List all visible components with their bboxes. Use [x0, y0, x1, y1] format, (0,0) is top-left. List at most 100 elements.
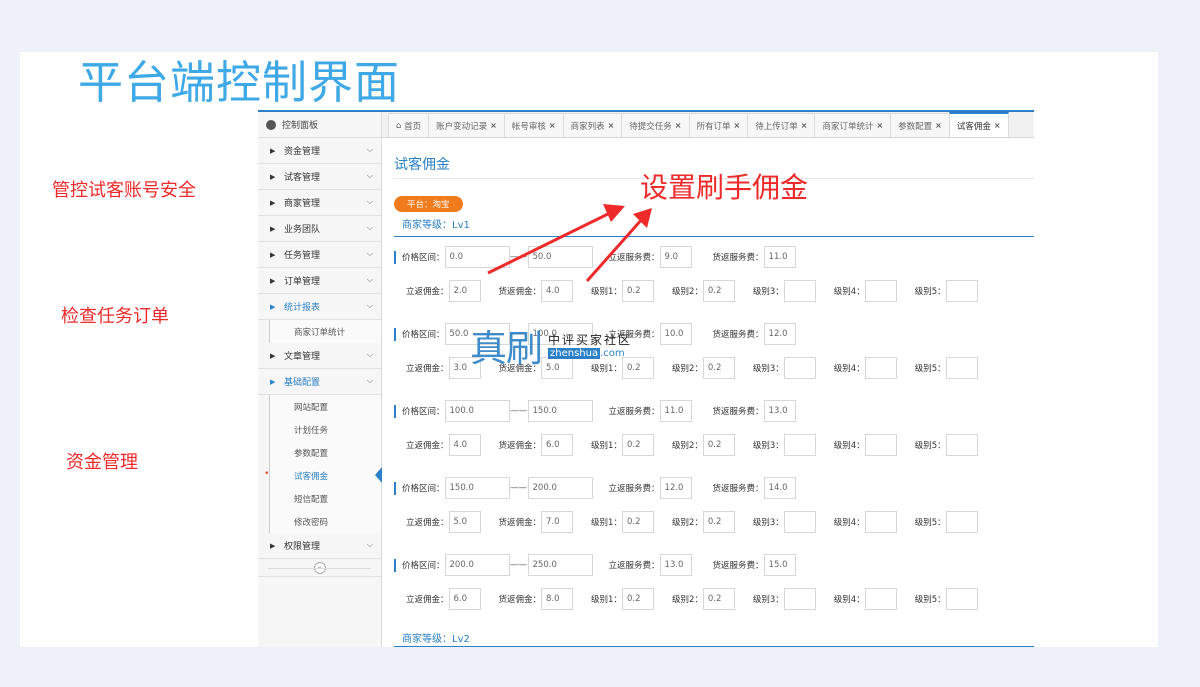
sidebar-header[interactable]: 控制面板 [258, 112, 381, 138]
level3-input[interactable] [783, 280, 816, 302]
sidebar-subitem-param-config[interactable]: 参数配置 [269, 441, 381, 464]
platform-badge[interactable]: 平台：淘宝 [394, 196, 463, 212]
tab-all-orders[interactable]: 所有订单 × [688, 113, 749, 137]
level4-input[interactable] [864, 280, 897, 302]
instant-return-fee-input[interactable]: 13.0 [659, 554, 692, 576]
instant-return-commission-input[interactable]: 3.0 [448, 357, 481, 379]
level3-label: 级别3： [752, 287, 784, 297]
instant-return-fee-input[interactable]: 12.0 [659, 477, 692, 499]
tab-account-review[interactable]: 帐号审核 × [503, 113, 564, 137]
content: 试客佣金 平台：淘宝 商家等级：Lv1 价格区间： 0.0 —— 50.0 立返服务费：… [382, 154, 1034, 622]
sidebar-item-funds[interactable]: ▶ 资金管理 ⌵ [258, 138, 381, 164]
sidebar-item-testers[interactable]: ▶ 试客管理 ⌵ [258, 164, 381, 190]
level1-input[interactable]: 0.2 [621, 588, 654, 610]
sidebar-item-reports[interactable]: ▶ 统计报表 ⌵ [258, 294, 381, 320]
goods-return-commission-label: 货返佣金： [498, 441, 542, 451]
price-max-input[interactable]: 150.0 [527, 400, 593, 422]
level1-input[interactable]: 0.2 [621, 434, 654, 456]
level1-input[interactable]: 0.2 [621, 511, 654, 533]
goods-return-fee-input[interactable]: 14.0 [763, 477, 796, 499]
goods-return-commission-input[interactable]: 6.0 [541, 434, 574, 456]
sidebar-item-articles[interactable]: ▶ 文章管理 ⌵ [258, 343, 381, 369]
level2-input[interactable]: 0.2 [702, 588, 735, 610]
level3-input[interactable] [783, 588, 816, 610]
instant-return-commission-input[interactable]: 2.0 [448, 280, 481, 302]
instant-return-fee-input[interactable]: 9.0 [659, 246, 692, 268]
price-min-input[interactable]: 0.0 [444, 246, 510, 268]
goods-return-fee-input[interactable]: 13.0 [763, 400, 796, 422]
level1-input[interactable]: 0.2 [621, 280, 654, 302]
chevron-down-icon: ⌵ [366, 223, 373, 232]
instant-return-commission-input[interactable]: 5.0 [448, 511, 481, 533]
tab-account-changes[interactable]: 账户变动记录 × [428, 113, 505, 137]
instant-return-commission-input[interactable]: 6.0 [448, 588, 481, 610]
tab-pending-upload[interactable]: 待上传订单 × [747, 113, 816, 137]
close-icon[interactable]: × [608, 121, 615, 130]
price-min-input[interactable]: 150.0 [444, 477, 510, 499]
price-max-input[interactable]: 250.0 [527, 554, 593, 576]
level2-input[interactable]: 0.2 [702, 357, 735, 379]
level5-input[interactable] [945, 588, 978, 610]
level4-input[interactable] [864, 588, 897, 610]
level4-input[interactable] [864, 357, 897, 379]
level5-label: 级别5： [914, 518, 946, 528]
sidebar-subitem-merchant-order-stats[interactable]: 商家订单统计 [269, 320, 381, 343]
price-max-input[interactable]: 50.0 [527, 246, 593, 268]
price-max-input[interactable]: 200.0 [527, 477, 593, 499]
tab-pending-tasks[interactable]: 待提交任务 × [621, 113, 690, 137]
level1-input[interactable]: 0.2 [621, 357, 654, 379]
price-min-input[interactable]: 100.0 [444, 400, 510, 422]
instant-return-fee-input[interactable]: 11.0 [659, 400, 692, 422]
instant-return-fee-input[interactable]: 10.0 [659, 323, 692, 345]
sidebar-subitem-sms-config[interactable]: 短信配置 [269, 487, 381, 510]
goods-return-commission-input[interactable]: 7.0 [541, 511, 574, 533]
close-icon[interactable]: × [876, 121, 883, 130]
level3-input[interactable] [783, 434, 816, 456]
level2-input[interactable]: 0.2 [702, 280, 735, 302]
sidebar-subitem-change-password[interactable]: 修改密码 [269, 510, 381, 533]
sidebar-item-tasks[interactable]: ▶ 任务管理 ⌵ [258, 242, 381, 268]
sidebar-item-permissions[interactable]: ▶ 权限管理 ⌵ [258, 533, 381, 559]
sidebar-subitem-tester-commission[interactable]: 试客佣金 [264, 464, 382, 487]
instant-return-commission-input[interactable]: 4.0 [448, 434, 481, 456]
sidebar-item-merchants[interactable]: ▶ 商家管理 ⌵ [258, 190, 381, 216]
close-icon[interactable]: × [734, 121, 741, 130]
price-max-input[interactable]: 100.0 [527, 323, 593, 345]
close-icon[interactable]: × [490, 121, 497, 130]
close-icon[interactable]: × [994, 121, 1001, 130]
level5-input[interactable] [945, 357, 978, 379]
tab-home[interactable]: ⌂ 首页 [388, 113, 430, 137]
level4-input[interactable] [864, 511, 897, 533]
sidebar-collapse-button[interactable]: « [258, 559, 381, 577]
goods-return-commission-input[interactable]: 5.0 [541, 357, 574, 379]
sidebar-subitem-site-config[interactable]: 网站配置 [269, 395, 381, 418]
sidebar-item-orders[interactable]: ▶ 订单管理 ⌵ [258, 268, 381, 294]
tab-merchant-order-stats[interactable]: 商家订单统计 × [814, 113, 892, 137]
goods-return-fee-input[interactable]: 12.0 [763, 323, 796, 345]
tab-merchant-list[interactable]: 商家列表 × [562, 113, 623, 137]
level2-input[interactable]: 0.2 [702, 511, 735, 533]
level3-input[interactable] [783, 357, 816, 379]
price-min-input[interactable]: 200.0 [444, 554, 510, 576]
tab-tester-commission[interactable]: 试客佣金 × [948, 112, 1009, 137]
level4-input[interactable] [864, 434, 897, 456]
goods-return-fee-input[interactable]: 11.0 [763, 246, 796, 268]
tab-param-config[interactable]: 参数配置 × [890, 113, 950, 137]
sidebar-subitem-scheduled-tasks[interactable]: 计划任务 [269, 418, 381, 441]
sidebar-item-teams[interactable]: ▶ 业务团队 ⌵ [258, 216, 381, 242]
level5-input[interactable] [945, 434, 978, 456]
level3-input[interactable] [783, 511, 816, 533]
goods-return-commission-input[interactable]: 8.0 [541, 588, 574, 610]
level2-input[interactable]: 0.2 [702, 434, 735, 456]
close-icon[interactable]: × [801, 121, 808, 130]
goods-return-commission-input[interactable]: 4.0 [541, 280, 574, 302]
commission-tier: 价格区间： 150.0 —— 200.0 立返服务费： 12.0 货返服务费： 14.0 立返佣… [394, 468, 1034, 545]
close-icon[interactable]: × [549, 121, 556, 130]
close-icon[interactable]: × [675, 121, 682, 130]
level5-input[interactable] [945, 511, 978, 533]
close-icon[interactable]: × [935, 121, 942, 130]
goods-return-fee-input[interactable]: 15.0 [763, 554, 796, 576]
price-min-input[interactable]: 50.0 [444, 323, 510, 345]
sidebar-item-basic-config[interactable]: ▶ 基础配置 ⌵ [258, 369, 381, 395]
level5-input[interactable] [945, 280, 978, 302]
